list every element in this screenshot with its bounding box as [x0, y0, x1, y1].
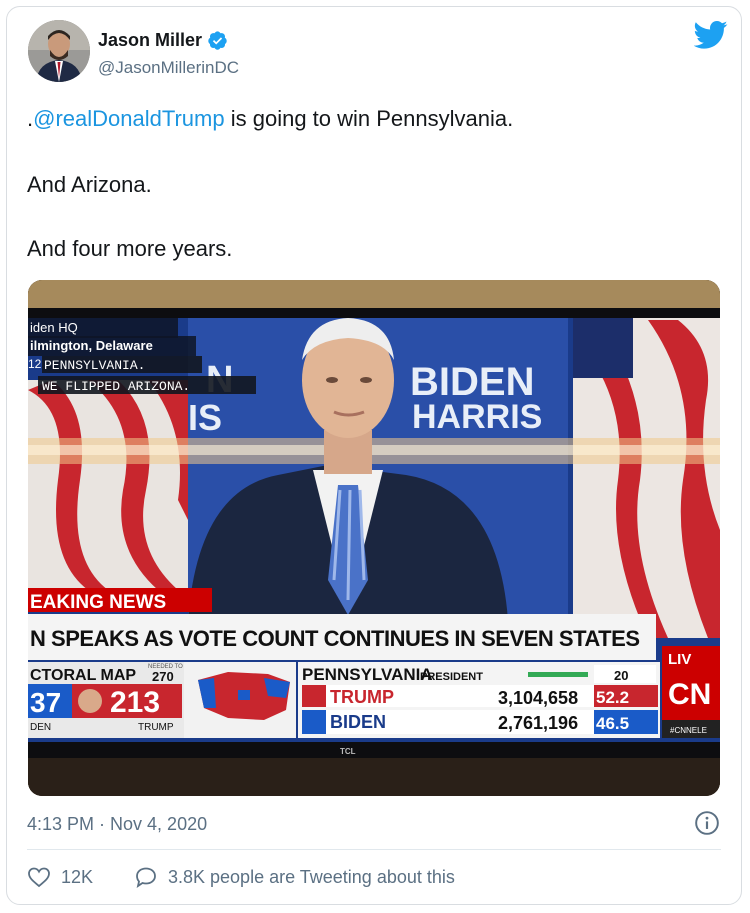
heart-icon — [28, 867, 50, 888]
tv-ticker-2: WE FLIPPED ARIZONA. — [42, 379, 190, 394]
candidate-1-name: TRUMP — [330, 687, 394, 707]
tv-location-1: iden HQ — [30, 320, 78, 335]
tweeting-about-text: 3.8K people are Tweeting about this — [168, 866, 455, 887]
left-flag — [28, 380, 188, 590]
tv-headline: N SPEAKS AS VOTE COUNT CONTINUES IN SEVE… — [30, 626, 640, 651]
like-count: 12K — [61, 866, 94, 887]
info-icon[interactable] — [694, 810, 720, 836]
biden-ev: 37 — [30, 687, 61, 718]
verified-badge-icon — [208, 31, 227, 50]
tweet-text-rest: is going to win Pennsylvania. — [224, 106, 514, 131]
candidate-2-votes: 2,761,196 — [498, 713, 578, 733]
tweet-text-line-1: .@realDonaldTrump is going to win Pennsy… — [27, 106, 513, 132]
tv-ticker-num: 12 — [28, 357, 42, 371]
tweet-timestamp[interactable]: 4:13 PM · Nov 4, 2020 — [27, 814, 207, 835]
tv-brand-logo: TCL — [340, 747, 356, 756]
like-button[interactable]: 12K — [27, 866, 93, 888]
backdrop-harris: HARRIS — [412, 398, 542, 436]
twitter-bird-icon[interactable] — [694, 20, 728, 50]
tweet-text-line-2: And Arizona. — [27, 172, 152, 197]
live-label: LIV — [668, 651, 691, 668]
tweeting-about-link[interactable]: 3.8K people are Tweeting about this — [134, 866, 455, 888]
avatar[interactable] — [28, 20, 90, 82]
candidate-2-name: BIDEN — [330, 712, 386, 732]
breaking-news-label: EAKING NEWS — [30, 592, 166, 613]
author-name[interactable]: Jason Miller — [98, 30, 202, 51]
us-map-graphic — [184, 662, 296, 738]
candidate-2-pct: 46.5 — [596, 714, 629, 733]
backdrop-left-2: IS — [188, 397, 222, 438]
tweet-text-line-3: And four more years. — [27, 236, 233, 261]
right-flag — [573, 318, 720, 638]
ev-votes: 20 — [614, 668, 628, 683]
electoral-map-label: CTORAL MAP — [30, 667, 136, 684]
biden-short: DEN — [30, 722, 51, 733]
candidate-1-pct: 52.2 — [596, 688, 629, 707]
state-label: PENNSYLVANIA — [302, 665, 433, 684]
tv-location-2: ilmington, Delaware — [30, 338, 153, 353]
speech-bubble-icon — [136, 867, 156, 888]
tweet-media-photo[interactable]: BIDEN HARRIS N IS iden HQ ilmington, Del… — [28, 280, 720, 796]
network-logo: CN — [668, 678, 711, 711]
author-name-row[interactable]: Jason Miller — [98, 30, 228, 51]
needed-value: 270 — [152, 669, 174, 684]
mention-link[interactable]: @realDonaldTrump — [33, 106, 224, 131]
trump-ev: 213 — [110, 686, 160, 719]
candidate-1-votes: 3,104,658 — [498, 688, 578, 708]
trump-short: TRUMP — [138, 722, 174, 733]
tv-ticker-1: PENNSYLVANIA. — [44, 358, 145, 373]
race-label: PRESIDENT — [420, 671, 483, 683]
divider — [27, 849, 721, 850]
network-hashtag: #CNNELE — [670, 726, 707, 735]
author-handle[interactable]: @JasonMillerinDC — [98, 58, 239, 78]
